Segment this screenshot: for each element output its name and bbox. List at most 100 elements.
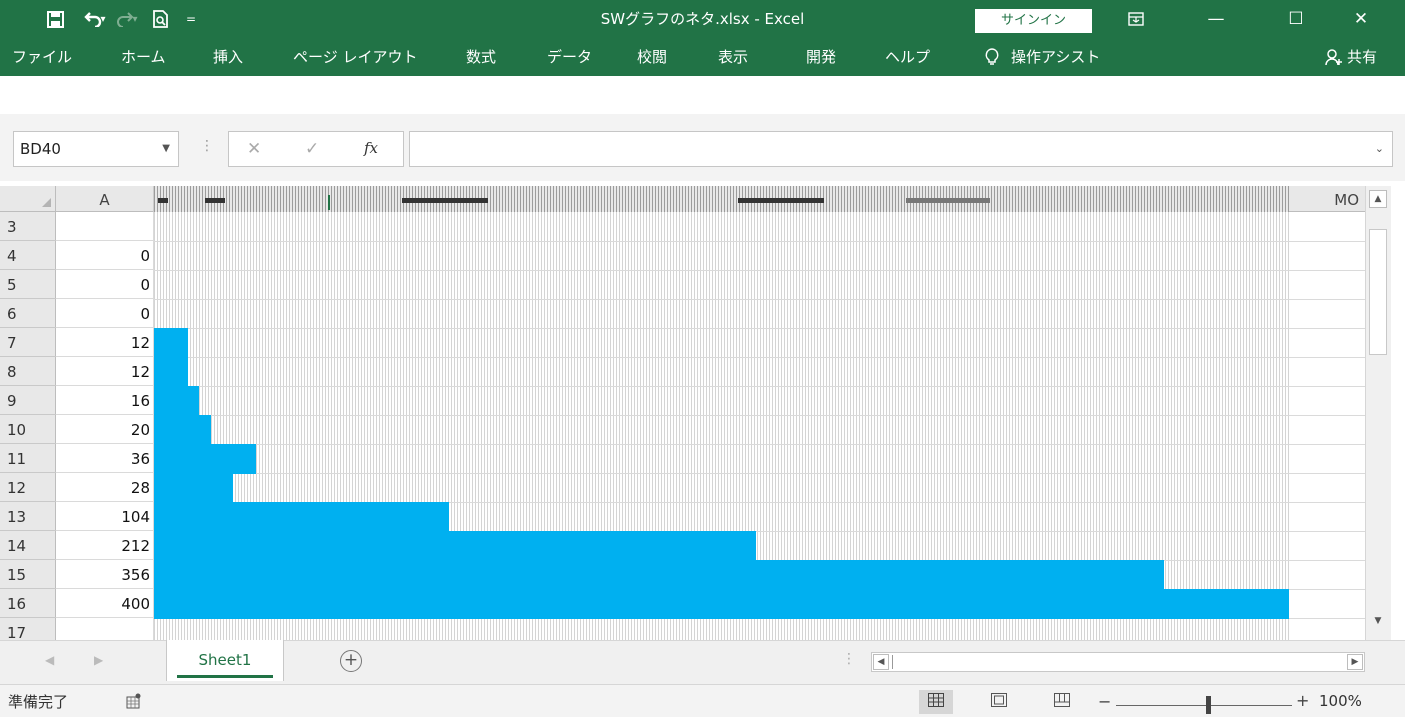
close-button[interactable]: ✕: [1331, 0, 1391, 38]
tab-review[interactable]: 校閲: [637, 45, 667, 69]
zoom-out-button[interactable]: −: [1098, 692, 1111, 711]
maximize-button[interactable]: ☐: [1266, 0, 1326, 38]
column-header-marks: [906, 198, 990, 203]
row-gridline: [154, 444, 1289, 445]
cell-a[interactable]: 12: [56, 328, 154, 357]
undo-dropdown-icon[interactable]: ▾: [96, 0, 110, 38]
row-gridline: [154, 473, 1289, 474]
select-all-corner[interactable]: [0, 186, 56, 212]
row-header[interactable]: 5: [0, 270, 56, 299]
scroll-up-icon[interactable]: ▲: [1369, 190, 1387, 208]
column-header-mo[interactable]: MO: [1289, 186, 1365, 212]
tab-home[interactable]: ホーム: [121, 45, 166, 69]
prev-sheet-icon[interactable]: ◀: [45, 653, 54, 667]
row-header[interactable]: 15: [0, 560, 56, 589]
share-button[interactable]: 共有: [1325, 45, 1377, 69]
row-gridline: [154, 270, 1289, 271]
cell-a[interactable]: 36: [56, 444, 154, 473]
row-header[interactable]: 10: [0, 415, 56, 444]
row-header[interactable]: 4: [0, 241, 56, 270]
tab-insert[interactable]: 挿入: [213, 45, 243, 69]
signin-button[interactable]: サインイン: [975, 9, 1092, 33]
filled-cells-bar: [154, 589, 1289, 619]
row-header[interactable]: 3: [0, 212, 56, 241]
save-icon[interactable]: [40, 0, 70, 38]
normal-view-icon[interactable]: [919, 690, 953, 714]
page-break-view-icon[interactable]: [1045, 690, 1079, 714]
tab-view[interactable]: 表示: [718, 45, 748, 69]
tab-formulas[interactable]: 数式: [466, 45, 496, 69]
row-header[interactable]: 14: [0, 531, 56, 560]
horizontal-scroll-thumb[interactable]: [892, 655, 1346, 669]
print-preview-icon[interactable]: [146, 0, 176, 38]
page-layout-view-icon[interactable]: [982, 690, 1016, 714]
column-mo-cells[interactable]: [1289, 212, 1365, 640]
filled-cells-bar: [154, 531, 756, 561]
tab-page-layout[interactable]: ページ レイアウト: [293, 45, 417, 69]
cell-a[interactable]: 0: [56, 241, 154, 270]
cell-a[interactable]: 0: [56, 299, 154, 328]
row-gridline: [1289, 444, 1365, 445]
cell-a[interactable]: 0: [56, 270, 154, 299]
cell-a[interactable]: 104: [56, 502, 154, 531]
zoom-in-button[interactable]: +: [1296, 691, 1309, 710]
row-header[interactable]: 13: [0, 502, 56, 531]
cancel-entry-icon[interactable]: ✕: [247, 139, 261, 159]
cell-a[interactable]: 356: [56, 560, 154, 589]
tab-split-handle[interactable]: ⋮: [842, 651, 856, 667]
sheet-tab-sheet1[interactable]: Sheet1: [166, 640, 284, 681]
vertical-scroll-thumb[interactable]: [1369, 229, 1387, 355]
filled-cells-bar: [154, 386, 199, 416]
insert-function-icon[interactable]: fx: [364, 139, 378, 157]
tab-file[interactable]: ファイル: [12, 45, 72, 69]
cell-a[interactable]: [56, 212, 154, 241]
column-header-a[interactable]: A: [56, 186, 154, 212]
row-header[interactable]: 12: [0, 473, 56, 502]
name-box[interactable]: BD40 ▼: [13, 131, 179, 167]
tab-developer[interactable]: 開発: [806, 45, 836, 69]
cell-a[interactable]: 28: [56, 473, 154, 502]
ribbon-display-options-icon[interactable]: [1106, 0, 1166, 38]
filled-cells-bar: [154, 415, 211, 445]
zoom-slider[interactable]: [1116, 705, 1292, 706]
scroll-down-icon[interactable]: ▼: [1369, 613, 1387, 631]
cell-a[interactable]: 12: [56, 357, 154, 386]
cell-a[interactable]: 20: [56, 415, 154, 444]
row-header[interactable]: 16: [0, 589, 56, 618]
person-icon: [1325, 49, 1342, 66]
next-sheet-icon[interactable]: ▶: [94, 653, 103, 667]
enter-entry-icon[interactable]: ✓: [305, 139, 319, 159]
cell-a[interactable]: 400: [56, 589, 154, 618]
macro-record-icon[interactable]: [126, 693, 142, 713]
row-header[interactable]: 6: [0, 299, 56, 328]
narrow-column-headers[interactable]: [154, 186, 1289, 212]
row-gridline: [1289, 415, 1365, 416]
formula-bar-splitter[interactable]: ⋮: [200, 138, 214, 154]
scroll-left-icon[interactable]: ◀: [873, 654, 889, 670]
tell-me-box[interactable]: 操作アシスト: [985, 45, 1100, 69]
status-bar: [0, 684, 1405, 717]
tab-data[interactable]: データ: [547, 45, 592, 69]
customize-qat-icon[interactable]: =: [176, 0, 206, 38]
row-header[interactable]: 7: [0, 328, 56, 357]
add-sheet-icon[interactable]: +: [340, 650, 362, 672]
tab-help[interactable]: ヘルプ: [885, 45, 930, 69]
formula-input[interactable]: ⌄: [409, 131, 1393, 167]
lightbulb-icon: [985, 48, 999, 65]
cell-a[interactable]: 212: [56, 531, 154, 560]
row-header[interactable]: 8: [0, 357, 56, 386]
row-header[interactable]: 9: [0, 386, 56, 415]
row-gridline: [154, 328, 1289, 329]
cell-a[interactable]: 16: [56, 386, 154, 415]
zoom-level[interactable]: 100%: [1319, 692, 1362, 710]
minimize-button[interactable]: —: [1186, 0, 1246, 38]
scroll-right-icon[interactable]: ▶: [1347, 654, 1363, 670]
row-header[interactable]: 11: [0, 444, 56, 473]
column-header-marks: [158, 198, 168, 203]
name-box-dropdown-icon[interactable]: ▼: [162, 132, 170, 166]
title-bar: ▾ ▾ = SWグラフのネタ.xlsx - Excel サインイン — ☐ ✕ …: [0, 0, 1405, 76]
zoom-slider-thumb[interactable]: [1206, 696, 1211, 714]
filled-cells-bar: [154, 444, 256, 474]
filled-cells-bar: [154, 560, 1164, 590]
expand-formula-bar-icon[interactable]: ⌄: [1375, 142, 1384, 155]
